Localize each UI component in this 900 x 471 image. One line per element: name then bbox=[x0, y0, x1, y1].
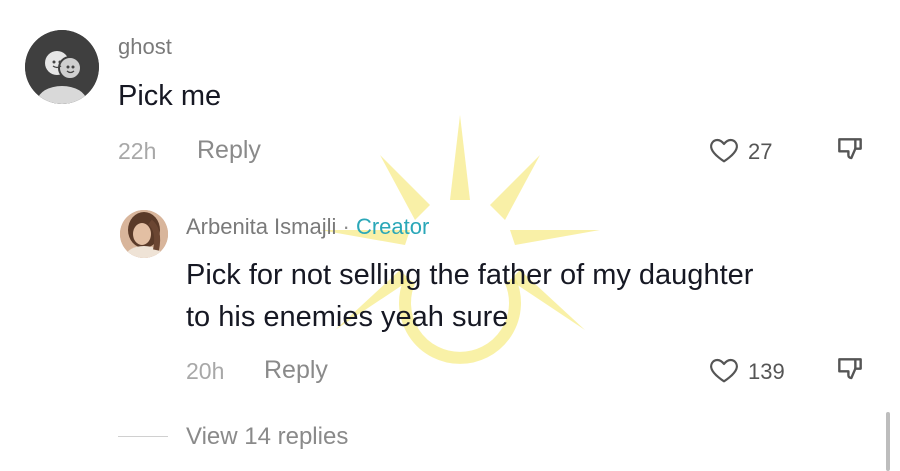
like-heart-icon[interactable] bbox=[708, 134, 740, 166]
like-count: 139 bbox=[748, 359, 785, 384]
reply-timestamp: 20h bbox=[186, 358, 225, 384]
creator-photo-icon bbox=[120, 210, 168, 258]
reply-button[interactable]: Reply bbox=[264, 356, 328, 385]
avatar-creator[interactable] bbox=[120, 210, 168, 258]
comment-timestamp: 22h bbox=[118, 138, 157, 164]
reply-header: Arbenita Ismajli · Creator bbox=[186, 214, 429, 240]
creator-badge: Creator bbox=[355, 214, 430, 239]
dislike-icon[interactable] bbox=[834, 134, 866, 166]
reply-username[interactable]: Arbenita Ismajli bbox=[186, 214, 336, 239]
reply-text-line-1: Pick for not selling the father of my da… bbox=[186, 259, 754, 291]
dislike-icon[interactable] bbox=[834, 354, 866, 386]
separator-dot: · bbox=[342, 214, 350, 239]
replies-divider bbox=[118, 436, 168, 437]
scrollbar[interactable] bbox=[886, 412, 890, 471]
like-count: 27 bbox=[748, 139, 773, 164]
avatar-ghost[interactable] bbox=[25, 30, 99, 104]
like-heart-icon[interactable] bbox=[708, 354, 740, 386]
reply-text-line-2: to his enemies yeah sure bbox=[186, 301, 509, 333]
comment-text: Pick me bbox=[118, 80, 222, 112]
default-avatar-icon bbox=[25, 30, 99, 104]
reply-button[interactable]: Reply bbox=[197, 136, 261, 165]
view-replies-button[interactable]: View 14 replies bbox=[186, 423, 348, 451]
comment-username[interactable]: ghost bbox=[118, 34, 172, 60]
